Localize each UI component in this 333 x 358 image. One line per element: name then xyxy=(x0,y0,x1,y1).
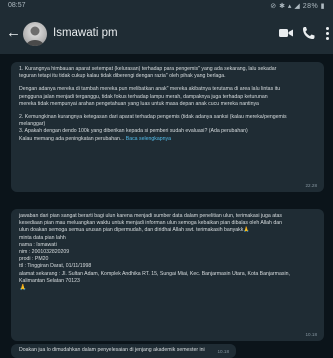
more-options-icon[interactable] xyxy=(324,26,330,42)
message-line: teguran tetapi itu tidak cukup kalau tid… xyxy=(19,73,226,80)
message-bubble[interactable]: jawaban dari pian sangat berarti bagi ul… xyxy=(11,209,324,341)
message-line: melanggar) xyxy=(19,121,46,128)
message-line: 🙏 xyxy=(19,285,27,292)
message-line: alamat sekarang : Jl. Sultan Adam, Kompl… xyxy=(19,270,290,277)
message-line: jawaban dari pian sangat berarti bagi ul… xyxy=(19,213,282,219)
message-line: 1. Kurangnya himbauan aparat setempat (k… xyxy=(19,66,277,72)
status-time: 08:57 xyxy=(8,2,26,9)
back-arrow-icon[interactable]: ← xyxy=(6,25,21,41)
message-line: ulun doakan semoga semua urusan pian dip… xyxy=(19,227,250,234)
avatar[interactable] xyxy=(23,22,47,46)
message-time: 10.18 xyxy=(305,331,318,337)
message-line: ttl : Tinggiran Darat, 01/11/1998 xyxy=(19,263,92,270)
message-text: Doakan jua lo dimudahkan dalam penyelesa… xyxy=(19,347,205,353)
status-bar: 08:57 ⊘ ✱ ▴ ◢ 28% ▮ xyxy=(0,0,333,14)
message-line: pengguna jalan menjadi terganggu, tidak … xyxy=(19,93,268,100)
message-line: 3. Apakah dengan dendo 100k yang diberik… xyxy=(19,128,248,135)
message-time: 22.28 xyxy=(305,182,318,188)
message-line: nama : Ismawati xyxy=(19,241,57,248)
message-line: prodi : PM20 xyxy=(19,256,49,263)
status-icons: ⊘ ✱ ▴ ◢ 28% ▮ xyxy=(270,3,325,10)
message-time: 10.18 xyxy=(217,348,230,354)
chat-header: ← Ismawati pm xyxy=(0,14,333,54)
message-bubble[interactable]: Doakan jua lo dimudahkan dalam penyelesa… xyxy=(11,344,236,358)
message-bubble[interactable]: 1. Kurangnya himbauan aparat setempat (k… xyxy=(11,62,324,192)
message-text: jawaban dari pian sangat berarti bagi ul… xyxy=(19,213,316,292)
message-line: mereka tidak mempunyai arahan pengetahua… xyxy=(19,100,259,107)
read-more-link[interactable]: Baca selengkapnya xyxy=(126,136,171,142)
message-line: 2. Kemungkinan kurangnya ketegasan dari … xyxy=(19,114,287,121)
message-line: minta data pian lahh xyxy=(19,234,66,241)
message-line: Dengan adanya mereka di tambah mereka pu… xyxy=(19,86,281,93)
message-text: 1. Kurangnya himbauan aparat setempat (k… xyxy=(19,66,316,143)
video-call-icon[interactable] xyxy=(279,27,293,39)
chat-area: 1. Kurangnya himbauan aparat setempat (k… xyxy=(0,54,333,358)
contact-name[interactable]: Ismawati pm xyxy=(53,27,118,39)
message-line: Kalimantan Selatan 70123 xyxy=(19,277,80,284)
phone-call-icon[interactable] xyxy=(302,26,315,40)
message-line: nim : 2001032820209 xyxy=(19,249,70,256)
message-line: Kalau memang ada peningkatan perubahan..… xyxy=(19,135,125,142)
